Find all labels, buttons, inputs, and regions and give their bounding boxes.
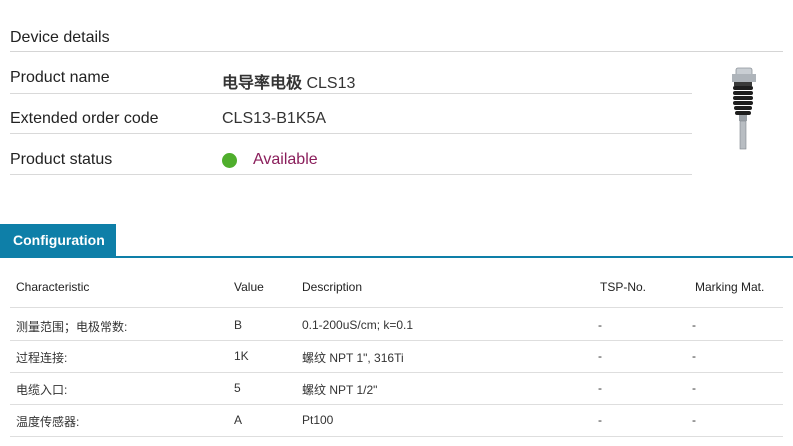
row-1-characteristic: 测量范围；电极常数: — [16, 320, 128, 334]
order-code-label: Extended order code — [10, 110, 159, 127]
row-1-tsp: - — [598, 318, 602, 332]
row-2-value: 1K — [234, 349, 249, 363]
header-divider — [10, 307, 783, 308]
column-header-tsp-no: TSP-No. — [600, 280, 647, 294]
row-3-characteristic: 电缆入口: — [16, 383, 68, 397]
row-3-marking: - — [692, 381, 696, 395]
row-2-tsp: - — [598, 349, 602, 363]
product-status-value: Available — [253, 151, 318, 168]
table-row-divider — [10, 436, 783, 437]
table-row-divider — [10, 404, 783, 405]
row-3-tsp: - — [598, 381, 602, 395]
table-row-divider — [10, 340, 783, 341]
row-2-characteristic: 过程连接: — [16, 351, 68, 365]
status-indicator-icon — [222, 153, 237, 168]
column-header-characteristic: Characteristic — [16, 280, 90, 294]
order-code-value: CLS13-B1K5A — [222, 110, 327, 127]
row-1-value: B — [234, 318, 243, 332]
divider — [10, 133, 692, 134]
row-4-description: Pt100 — [302, 413, 334, 427]
tab-configuration[interactable]: Configuration — [0, 224, 116, 256]
product-name-bold: 电导率电极 — [222, 75, 303, 92]
row-4-value: A — [234, 413, 243, 427]
device-details-title: Device details — [10, 29, 110, 46]
product-name-label: Product name — [10, 69, 110, 86]
row-3-description: 螺纹 NPT 1/2" — [302, 383, 378, 397]
row-4-tsp: - — [598, 413, 602, 427]
row-2-marking: - — [692, 349, 696, 363]
product-status-label: Product status — [10, 151, 113, 168]
column-header-description: Description — [302, 280, 363, 294]
column-header-marking-mat: Marking Mat. — [695, 280, 765, 294]
product-image — [732, 67, 756, 150]
divider — [10, 174, 692, 175]
tab-configuration-label: Configuration — [13, 232, 105, 248]
product-name-code: CLS13 — [306, 75, 356, 92]
row-4-marking: - — [692, 413, 696, 427]
title-divider — [10, 51, 783, 52]
row-4-characteristic: 温度传感器: — [16, 415, 80, 429]
column-header-value: Value — [234, 280, 264, 294]
row-2-description: 螺纹 NPT 1", 316Ti — [302, 351, 404, 365]
row-1-marking: - — [692, 318, 696, 332]
divider — [10, 93, 692, 94]
table-row-divider — [10, 372, 783, 373]
product-name-value: 电导率电极 CLS13 — [222, 69, 355, 93]
tab-underline — [0, 256, 793, 258]
row-3-value: 5 — [234, 381, 241, 395]
row-1-description: 0.1-200uS/cm; k=0.1 — [302, 318, 414, 332]
